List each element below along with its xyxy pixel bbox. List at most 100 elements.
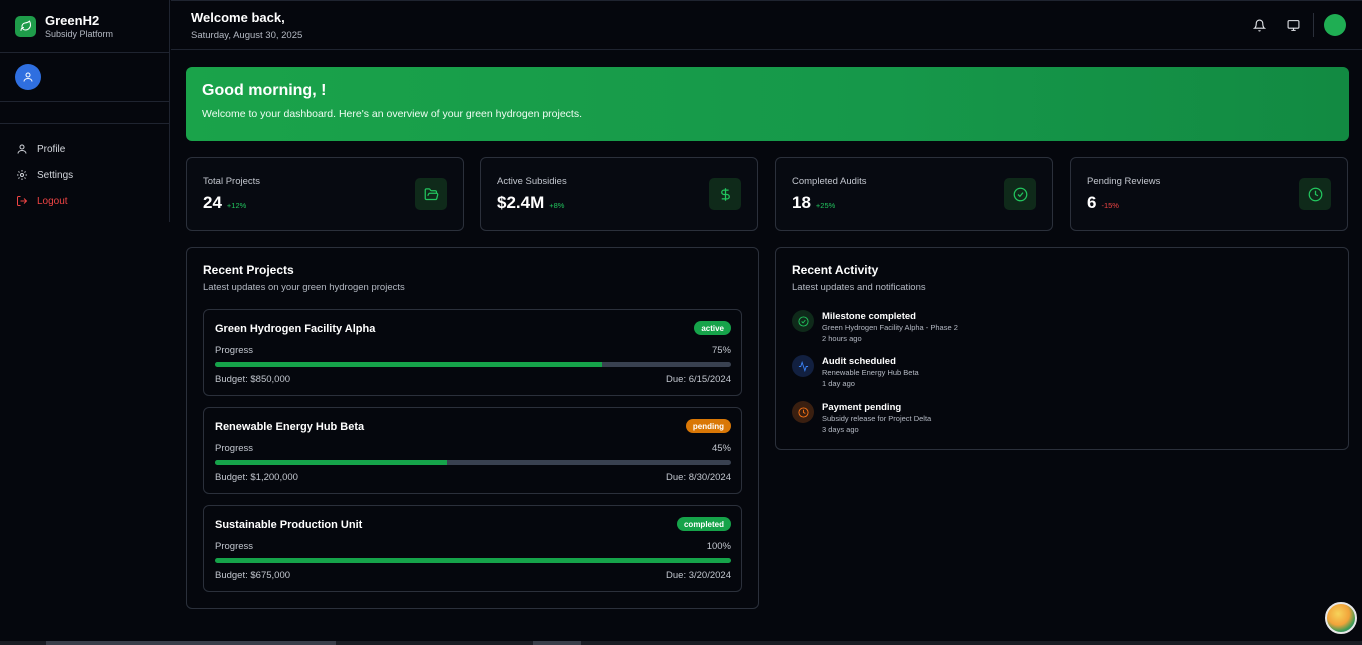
project-card[interactable]: Green Hydrogen Facility Alpha active Pro… — [203, 309, 742, 396]
project-due: Due: 8/30/2024 — [666, 472, 731, 483]
sidebar-item-profile[interactable]: Profile — [0, 136, 169, 162]
header-divider — [1313, 13, 1314, 37]
project-due: Due: 6/15/2024 — [666, 374, 731, 385]
activity-desc: Green Hydrogen Facility Alpha - Phase 2 — [822, 323, 958, 332]
stat-label: Total Projects — [203, 176, 261, 187]
panel-title: Recent Projects — [203, 263, 294, 277]
activity-time: 1 day ago — [822, 379, 855, 388]
activity-desc: Subsidy release for Project Delta — [822, 414, 932, 423]
sidebar-item-label: Profile — [37, 143, 66, 155]
user-avatar[interactable] — [1324, 14, 1346, 36]
logout-icon — [17, 196, 28, 206]
user-icon — [17, 144, 27, 154]
stat-card-pending-reviews: Pending Reviews 6 -15% — [1070, 157, 1348, 231]
current-date: Saturday, August 30, 2025 — [191, 30, 303, 41]
greeting-subtitle: Welcome to your dashboard. Here's an ove… — [202, 108, 583, 120]
progress-label: Progress — [215, 345, 254, 356]
welcome-text: Welcome back, — [191, 10, 285, 25]
avatar[interactable] — [15, 64, 41, 90]
activity-time: 3 days ago — [822, 425, 859, 434]
panel-title: Recent Activity — [792, 263, 879, 277]
progress-label: Progress — [215, 541, 254, 552]
progress-fill — [215, 460, 448, 465]
project-budget: Budget: $850,000 — [215, 374, 291, 385]
scrollbar-thumb[interactable] — [46, 641, 336, 645]
user-icon — [23, 72, 33, 82]
bell-icon[interactable] — [1251, 17, 1267, 33]
stat-change: +12% — [226, 201, 247, 210]
monitor-icon[interactable] — [1285, 17, 1301, 33]
greeting-banner: Good morning, ! Welcome to your dashboar… — [186, 67, 1349, 141]
status-badge: completed — [676, 517, 731, 531]
project-due: Due: 3/20/2024 — [666, 570, 731, 581]
stat-card-completed-audits: Completed Audits 18 +25% — [775, 157, 1053, 231]
stat-card-total-projects: Total Projects 24 +12% — [186, 157, 464, 231]
sidebar-item-logout[interactable]: Logout — [0, 188, 169, 214]
stat-label: Completed Audits — [792, 176, 867, 187]
progress-fill — [215, 558, 731, 563]
sidebar-spacer — [0, 102, 169, 124]
activity-icon — [792, 355, 814, 377]
folder-icon — [415, 178, 447, 210]
activity-item[interactable]: Audit scheduled Renewable Energy Hub Bet… — [792, 354, 1192, 394]
panel-subtitle: Latest updates and notifications — [792, 282, 926, 293]
project-card[interactable]: Renewable Energy Hub Beta pending Progre… — [203, 407, 742, 494]
clock-icon — [792, 401, 814, 423]
progress-label: Progress — [215, 443, 254, 454]
project-budget: Budget: $675,000 — [215, 570, 291, 581]
project-name: Sustainable Production Unit — [215, 519, 363, 531]
brand[interactable]: GreenH2 Subsidy Platform — [0, 0, 169, 53]
sidebar-item-label: Logout — [37, 195, 68, 207]
sidebar: GreenH2 Subsidy Platform Profile Setting… — [0, 0, 170, 222]
dollar-icon — [709, 178, 741, 210]
stat-label: Pending Reviews — [1087, 176, 1161, 187]
check-circle-icon — [792, 310, 814, 332]
clock-icon — [1299, 178, 1331, 210]
sidebar-nav: Profile Settings Logout — [0, 124, 169, 214]
activity-title: Milestone completed — [822, 311, 916, 322]
gear-icon — [17, 170, 27, 180]
progress-percent: 100% — [706, 541, 731, 552]
status-badge: pending — [685, 419, 731, 433]
progress-bar — [215, 460, 731, 465]
stat-change: +25% — [815, 201, 836, 210]
activity-item[interactable]: Milestone completed Green Hydrogen Facil… — [792, 309, 1192, 349]
stat-change: +8% — [549, 201, 565, 210]
progress-fill — [215, 362, 602, 367]
project-card[interactable]: Sustainable Production Unit completed Pr… — [203, 505, 742, 592]
scrollbar-thumb[interactable] — [533, 641, 581, 645]
recent-projects-panel: Recent Projects Latest updates on your g… — [186, 247, 759, 609]
activity-title: Audit scheduled — [822, 356, 896, 367]
activity-desc: Renewable Energy Hub Beta — [822, 368, 919, 377]
progress-bar — [215, 362, 731, 367]
stat-label: Active Subsidies — [497, 176, 567, 187]
floating-assistant-avatar[interactable] — [1325, 602, 1357, 634]
stat-change: -15% — [1101, 201, 1119, 210]
activity-title: Payment pending — [822, 402, 902, 413]
greeting-title: Good morning, ! — [202, 82, 327, 99]
progress-percent: 75% — [711, 345, 731, 356]
stat-card-active-subsidies: Active Subsidies $2.4M +8% — [480, 157, 758, 231]
brand-name: GreenH2 — [45, 12, 100, 28]
stat-value: 6 -15% — [1087, 193, 1119, 212]
stat-value: 18 +25% — [792, 193, 836, 212]
sidebar-item-settings[interactable]: Settings — [0, 162, 169, 188]
project-budget: Budget: $1,200,000 — [215, 472, 298, 483]
panel-subtitle: Latest updates on your green hydrogen pr… — [203, 282, 405, 293]
check-circle-icon — [1004, 178, 1036, 210]
progress-percent: 45% — [711, 443, 731, 454]
stat-value: 24 +12% — [203, 193, 247, 212]
sidebar-item-label: Settings — [37, 169, 74, 181]
top-header: Welcome back, Saturday, August 30, 2025 — [171, 0, 1362, 50]
brand-subtitle: Subsidy Platform — [45, 28, 114, 39]
user-block — [0, 53, 169, 102]
project-name: Green Hydrogen Facility Alpha — [215, 323, 376, 335]
activity-item[interactable]: Payment pending Subsidy release for Proj… — [792, 400, 1192, 440]
activity-time: 2 hours ago — [822, 334, 862, 343]
recent-activity-panel: Recent Activity Latest updates and notif… — [775, 247, 1349, 450]
leaf-icon — [15, 15, 36, 37]
project-name: Renewable Energy Hub Beta — [215, 421, 365, 433]
stat-value: $2.4M +8% — [497, 193, 565, 212]
progress-bar — [215, 558, 731, 563]
status-badge: active — [694, 321, 731, 335]
